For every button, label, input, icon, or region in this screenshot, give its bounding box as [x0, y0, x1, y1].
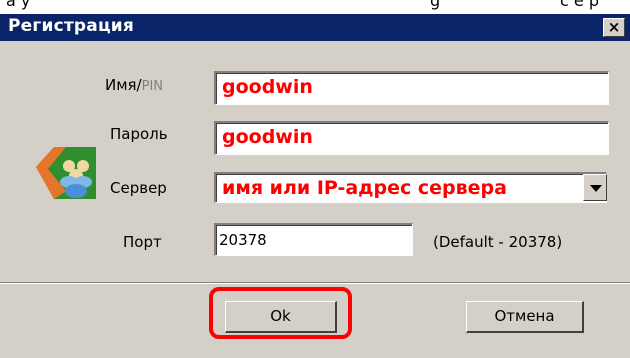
cancel-button[interactable]: Отмена [466, 301, 584, 333]
name-label: Имя/PIN [105, 76, 164, 94]
cropped-text-fragment: а у [6, 0, 31, 10]
close-button[interactable]: × [603, 18, 625, 37]
top-cropped-text: а у g с е р [0, 0, 630, 14]
separator [0, 283, 630, 284]
password-label: Пароль [110, 125, 168, 143]
name-input[interactable]: goodwin [214, 71, 609, 105]
port-label: Порт [123, 233, 162, 251]
chevron-down-icon[interactable] [583, 174, 607, 201]
dialog-title: Регистрация [8, 16, 134, 36]
login-dialog: Регистрация × Имя/PIN goodwin Пароль goo… [0, 14, 630, 358]
users-app-icon [36, 147, 96, 199]
cropped-text-fragment: с е р [560, 0, 599, 10]
port-default-note: (Default - 20378) [433, 233, 563, 251]
title-bar[interactable]: Регистрация × [0, 14, 630, 41]
close-icon: × [607, 18, 621, 36]
port-input[interactable]: 20378 [214, 223, 413, 256]
password-input[interactable]: goodwin [214, 121, 609, 155]
server-label: Сервер [110, 179, 167, 197]
ok-highlight-annotation [209, 287, 352, 339]
cropped-text-fragment: g [430, 0, 441, 10]
server-combobox[interactable]: имя или IP-адрес сервера [214, 172, 607, 203]
